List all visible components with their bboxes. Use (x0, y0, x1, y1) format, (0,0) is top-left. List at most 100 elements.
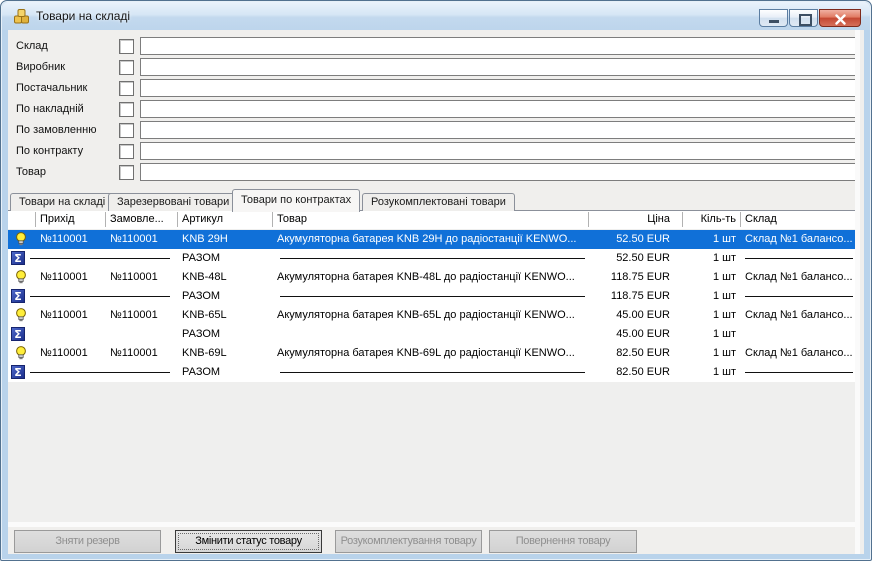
filter-label: Склад (16, 40, 48, 52)
cell-total-label: РАЗОМ (182, 290, 271, 302)
filter-row: Товар (8, 164, 864, 182)
total-rule-middle (280, 258, 585, 259)
filter-row: По накладній (8, 101, 864, 119)
filter-input[interactable] (140, 37, 858, 55)
cell-price: 45.00 EUR (573, 328, 670, 340)
cell-order: №110001 (110, 233, 176, 245)
column-divider (177, 212, 178, 227)
sigma-icon: Σ (11, 251, 25, 265)
tab-3[interactable]: Товари по контрактах (232, 189, 360, 212)
column-divider (588, 212, 589, 227)
tab-1[interactable]: Товари на складі (10, 193, 114, 211)
cell-name: Акумуляторна батарея KNB-65L до радіоста… (277, 309, 589, 321)
filter-checkbox[interactable] (119, 144, 134, 159)
cell-order: №110001 (110, 271, 176, 283)
maximize-button[interactable] (789, 9, 818, 27)
table-total-row[interactable]: ΣРАЗОМ45.00 EUR1 шт (8, 325, 855, 344)
filter-checkbox[interactable] (119, 123, 134, 138)
cell-qty: 1 шт (658, 233, 736, 245)
cell-receipt: №110001 (40, 233, 104, 245)
bulb-icon (13, 231, 29, 247)
filter-checkbox[interactable] (119, 165, 134, 180)
cell-total-label: РАЗОМ (182, 328, 271, 340)
cell-receipt: №110001 (40, 271, 104, 283)
return-goods-button: Повернення товару (489, 530, 637, 553)
filter-checkbox[interactable] (119, 39, 134, 54)
panel-bottom-edge (8, 522, 860, 527)
cell-price: 118.75 EUR (573, 271, 670, 283)
cell-price: 82.50 EUR (573, 347, 670, 359)
close-button[interactable] (819, 9, 861, 27)
table-header[interactable]: Прихід Замовле... Артикул Товар Ціна Кіл… (8, 211, 855, 229)
cell-total-label: РАЗОМ (182, 366, 271, 378)
cell-qty: 1 шт (658, 347, 736, 359)
cell-warehouse: Склад №1 балансо... (745, 271, 855, 283)
col-sku[interactable]: Артикул (182, 213, 223, 225)
change-status-button[interactable]: Змінити статус товару (175, 530, 322, 553)
col-name[interactable]: Товар (277, 213, 307, 225)
total-rule-left (30, 372, 170, 373)
col-qty[interactable]: Кіль-ть (658, 213, 736, 225)
screenshot: Товари на складі Склад Виробник Постачальн… (0, 0, 872, 561)
cell-sku: KNB-65L (182, 309, 271, 321)
maximize-icon (799, 14, 812, 26)
filter-input[interactable] (140, 121, 858, 139)
col-order[interactable]: Замовле... (110, 213, 164, 225)
filter-row: По замовленню (8, 122, 864, 140)
cell-total-label: РАЗОМ (182, 252, 271, 264)
cell-qty: 1 шт (658, 366, 736, 378)
filter-checkbox[interactable] (119, 60, 134, 75)
cell-warehouse: Склад №1 балансо... (745, 233, 855, 245)
total-rule-left (30, 258, 170, 259)
total-rule-middle (280, 372, 585, 373)
title-bar[interactable]: Товари на складі (2, 2, 870, 30)
table-row[interactable]: №110001 №110001 KNB-65L Акумуляторна батаре… (8, 306, 855, 325)
cell-order: №110001 (110, 309, 176, 321)
bulb-icon (13, 307, 29, 323)
table-row[interactable]: №110001№110001KNB 29HАкумуляторна батаре… (8, 230, 855, 249)
bulb-icon (13, 345, 29, 361)
filter-input[interactable] (140, 58, 858, 76)
cell-order: №110001 (110, 347, 176, 359)
col-warehouse[interactable]: Склад (745, 213, 777, 225)
cell-price: 82.50 EUR (573, 366, 670, 378)
table-row[interactable]: №110001№110001KNB-48LАкумуляторна батаре… (8, 268, 855, 287)
filter-row: По контракту (8, 143, 864, 161)
cell-name: Акумуляторна батарея KNB 29H до радіоста… (277, 233, 589, 245)
cell-qty: 1 шт (658, 290, 736, 302)
filter-label: Постачальник (16, 82, 87, 94)
client-area: Склад Виробник Постачальник По накладній По … (8, 30, 864, 554)
filter-input[interactable] (140, 100, 858, 118)
table-total-row[interactable]: Σ РАЗОМ 52.50 EUR1 шт (8, 249, 855, 268)
cell-name: Акумуляторна батарея KNB-48L до радіоста… (277, 271, 589, 283)
table-total-row[interactable]: ΣРАЗОМ118.75 EUR1 шт (8, 287, 855, 306)
column-divider (682, 212, 683, 227)
filter-checkbox[interactable] (119, 81, 134, 96)
bulb-icon (13, 269, 29, 285)
filter-label: По замовленню (16, 124, 96, 136)
cell-receipt: №110001 (40, 309, 104, 321)
filter-label: Товар (16, 166, 46, 178)
tab-2[interactable]: Зарезервовані товари (108, 193, 238, 211)
cell-qty: 1 шт (658, 328, 736, 340)
col-receipt[interactable]: Прихід (40, 213, 75, 225)
table-row[interactable]: №110001№110001KNB-69LАкумуляторна батаре… (8, 344, 855, 363)
disassemble-button: Розукомплектування товару (335, 530, 482, 553)
table-total-row[interactable]: ΣРАЗОМ82.50 EUR1 шт (8, 363, 855, 382)
minimize-button[interactable] (759, 9, 788, 27)
total-rule-left (30, 296, 170, 297)
cell-qty: 1 шт (658, 252, 736, 264)
cell-warehouse: Склад №1 балансо... (745, 309, 855, 321)
close-icon (835, 14, 846, 25)
filter-input[interactable] (140, 163, 858, 181)
filter-label: Виробник (16, 61, 65, 73)
cell-price: 52.50 EUR (573, 252, 670, 264)
cell-receipt: №110001 (40, 347, 104, 359)
filter-row: Постачальник (8, 80, 864, 98)
filter-row: Склад (8, 38, 864, 56)
tab-4[interactable]: Розукомплектовані товари (362, 193, 515, 211)
filter-input[interactable] (140, 142, 858, 160)
filter-checkbox[interactable] (119, 102, 134, 117)
total-rule-right (745, 372, 853, 373)
filter-input[interactable] (140, 79, 858, 97)
